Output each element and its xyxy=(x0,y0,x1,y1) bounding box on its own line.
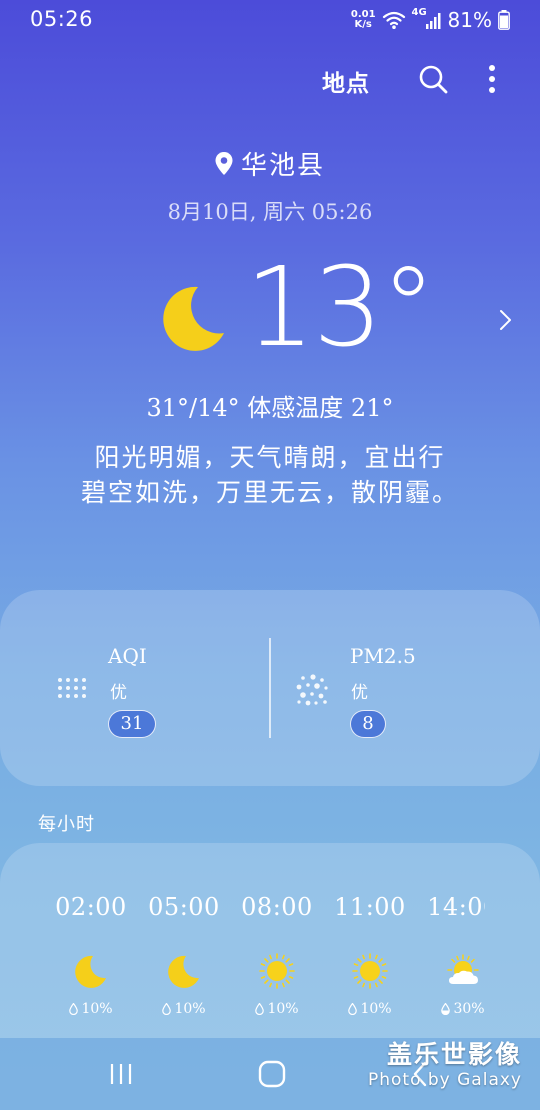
watermark-title: 盖乐世影像 xyxy=(386,1040,522,1069)
recent-apps-icon[interactable] xyxy=(108,1062,134,1086)
aqi-value-badge: 31 xyxy=(108,710,156,738)
pm25-label: PM2.5 xyxy=(350,644,416,668)
hourly-rain: 30% xyxy=(413,1001,485,1017)
hourly-item[interactable]: 08:00 10% xyxy=(227,893,327,1033)
current-conditions[interactable]: 13° xyxy=(0,247,540,375)
hourly-time: 08:00 xyxy=(241,893,313,921)
raindrop-icon xyxy=(162,1003,172,1015)
minmax-feels-like: 31°/14° 体感温度 21° xyxy=(146,394,394,422)
hourly-rain: 10% xyxy=(41,1001,141,1017)
rain-chance: 10% xyxy=(267,1001,299,1017)
hourly-item[interactable]: 14:00 30% xyxy=(413,893,485,1033)
hourly-item[interactable]: 05:00 10% xyxy=(134,893,234,1033)
city-row: 华池县 xyxy=(0,145,540,182)
hourly-time: 11:00 xyxy=(334,893,406,921)
pm25-block[interactable]: PM2.5 优 8 xyxy=(270,590,540,786)
cell-signal: 4G xyxy=(412,7,442,31)
rain-chance: 10% xyxy=(360,1001,392,1017)
city-name: 华池县 xyxy=(240,151,325,181)
aqi-dots-icon xyxy=(58,678,86,698)
raindrop-icon xyxy=(69,1003,79,1015)
aqi-block[interactable]: AQI 优 31 xyxy=(0,590,270,786)
location-pin-icon xyxy=(215,151,233,175)
hourly-rain: 10% xyxy=(227,1001,327,1017)
network-speed: 0.01 K/s xyxy=(351,10,376,30)
current-temperature: 13° xyxy=(245,243,436,371)
moon-icon xyxy=(168,955,199,988)
rain-chance: 10% xyxy=(174,1001,206,1017)
raindrop-half-icon xyxy=(441,1003,451,1015)
battery-icon xyxy=(498,10,510,30)
status-time: 05:26 xyxy=(30,7,94,31)
hourly-time: 05:00 xyxy=(148,893,220,921)
location-button[interactable]: 地点 xyxy=(322,64,370,98)
moon-icon xyxy=(163,286,224,351)
sun-icon xyxy=(352,953,388,989)
hourly-time: 02:00 xyxy=(55,893,127,921)
search-icon[interactable] xyxy=(416,62,450,96)
rain-chance: 10% xyxy=(81,1001,113,1017)
rain-chance: 30% xyxy=(453,1001,485,1017)
network-speed-unit: K/s xyxy=(354,19,372,30)
home-icon[interactable] xyxy=(258,1060,286,1088)
signal-icon xyxy=(425,13,441,29)
aqi-level: 优 xyxy=(110,683,127,703)
sun-icon xyxy=(259,953,295,989)
pm25-value-badge: 8 xyxy=(350,710,386,738)
hourly-rain: 10% xyxy=(320,1001,420,1017)
status-right: 0.01 K/s 4G 81% xyxy=(351,7,510,33)
hourly-title: 每小时 xyxy=(38,814,95,835)
air-quality-card[interactable]: AQI 优 31 PM2.5 优 8 xyxy=(0,590,540,786)
watermark-subtitle: Photo by Galaxy xyxy=(367,1070,522,1090)
moon-icon xyxy=(75,955,106,988)
current-datetime: 8月10日, 周六 05:26 xyxy=(167,200,373,224)
camera-watermark: 盖乐世影像 Photo by Galaxy xyxy=(368,1040,522,1090)
pm25-level: 优 xyxy=(351,683,368,703)
description-line: 阳光明媚，天气晴朗，宜出行 xyxy=(94,443,446,472)
description-line: 碧空如洗，万里无云，散阴霾。 xyxy=(80,478,459,507)
pm25-particles-icon xyxy=(296,674,328,706)
wifi-icon xyxy=(382,11,405,29)
hourly-time: 14:00 xyxy=(427,893,485,921)
more-options-icon[interactable] xyxy=(478,62,506,96)
hourly-item[interactable]: 11:00 10% xyxy=(320,893,420,1033)
weather-description: 阳光明媚，天气晴朗，宜出行 碧空如洗，万里无云，散阴霾。 xyxy=(0,440,540,510)
raindrop-icon xyxy=(255,1003,265,1015)
raindrop-icon xyxy=(348,1003,358,1015)
app-header: 地点 xyxy=(0,56,540,102)
status-bar: 05:26 0.01 K/s 4G 81% xyxy=(0,0,540,40)
battery-percent: 81% xyxy=(447,8,492,32)
hourly-item[interactable]: 02:00 10% xyxy=(41,893,141,1033)
aqi-label: AQI xyxy=(108,644,147,668)
hourly-rain: 10% xyxy=(134,1001,234,1017)
chevron-right-icon[interactable] xyxy=(497,308,515,332)
partly-cloudy-icon xyxy=(447,954,479,984)
